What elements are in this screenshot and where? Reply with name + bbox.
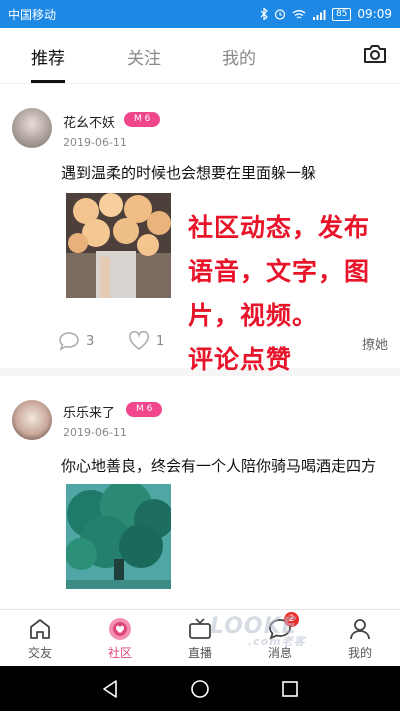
annotation-line: 评论点赞	[188, 345, 293, 374]
post-username[interactable]: 乐乐来了	[63, 402, 115, 421]
nav-profile[interactable]: 我的	[320, 610, 400, 666]
app-screen: 中国移动 85 09:09 推荐 关注 我的 花幺不妖 M 6 2019-06-…	[0, 0, 400, 711]
comment-button[interactable]: 3	[58, 331, 94, 351]
community-icon	[109, 618, 131, 640]
carrier-label: 中国移动	[8, 7, 57, 22]
home-icon	[30, 619, 50, 639]
nav-label: 社区	[107, 646, 132, 660]
level-badge: M 6	[124, 112, 161, 127]
bluetooth-icon	[260, 8, 268, 20]
comment-count: 3	[86, 333, 95, 349]
post-username[interactable]: 花幺不妖	[63, 112, 115, 131]
tab-mine[interactable]: 我的	[222, 44, 256, 69]
status-bar: 中国移动 85 09:09	[0, 0, 400, 28]
watermark: LOOKE .com老客	[210, 614, 306, 649]
annotation-line: 语音，文字，图	[188, 257, 371, 286]
camera-icon[interactable]	[362, 42, 388, 66]
back-icon[interactable]	[100, 679, 120, 699]
comment-icon	[59, 332, 79, 351]
home-circle-icon[interactable]	[190, 679, 210, 699]
clock: 09:09	[357, 7, 392, 21]
post-image-roses[interactable]	[66, 193, 171, 298]
signal-icon	[312, 9, 326, 20]
nav-label: 交友	[27, 646, 52, 660]
post-text: 你心地善良，终会有一个人陪你骑马喝酒走四方	[61, 457, 377, 475]
watermark-sub: .com老客	[248, 635, 306, 648]
battery-indicator: 85	[331, 7, 352, 21]
profile-icon	[350, 619, 370, 640]
alarm-icon	[274, 9, 286, 20]
like-count: 1	[156, 333, 165, 349]
post-date: 2019-06-11	[63, 136, 127, 149]
annotation-line: 社区动态，发布	[188, 213, 371, 242]
system-nav-bar	[0, 666, 400, 711]
bottom-nav: 交友 社区 直播 2 消息 我的	[0, 609, 400, 666]
tab-following[interactable]: 关注	[127, 44, 161, 69]
wifi-icon	[292, 9, 306, 19]
heart-icon	[129, 331, 149, 350]
post-date: 2019-06-11	[63, 426, 127, 439]
recents-icon[interactable]	[280, 679, 300, 699]
post-text: 遇到温柔的时候也会想要在里面躲一躲	[61, 164, 317, 182]
avatar[interactable]	[12, 108, 52, 148]
avatar[interactable]	[12, 400, 52, 440]
nav-label: 我的	[347, 646, 372, 660]
feature-annotation: 社区动态，发布 语音，文字，图 片，视频。 评论点赞	[188, 206, 370, 382]
post-image-tree[interactable]	[66, 484, 171, 589]
nav-friends[interactable]: 交友	[0, 610, 80, 666]
tab-recommend[interactable]: 推荐	[31, 44, 65, 83]
nav-community[interactable]: 社区	[80, 610, 160, 666]
nav-label: 直播	[187, 646, 212, 660]
top-tab-bar: 推荐 关注 我的	[0, 28, 400, 84]
annotation-line: 片，视频。	[188, 301, 319, 330]
level-badge: M 6	[126, 402, 163, 417]
like-button[interactable]: 1	[128, 331, 164, 351]
